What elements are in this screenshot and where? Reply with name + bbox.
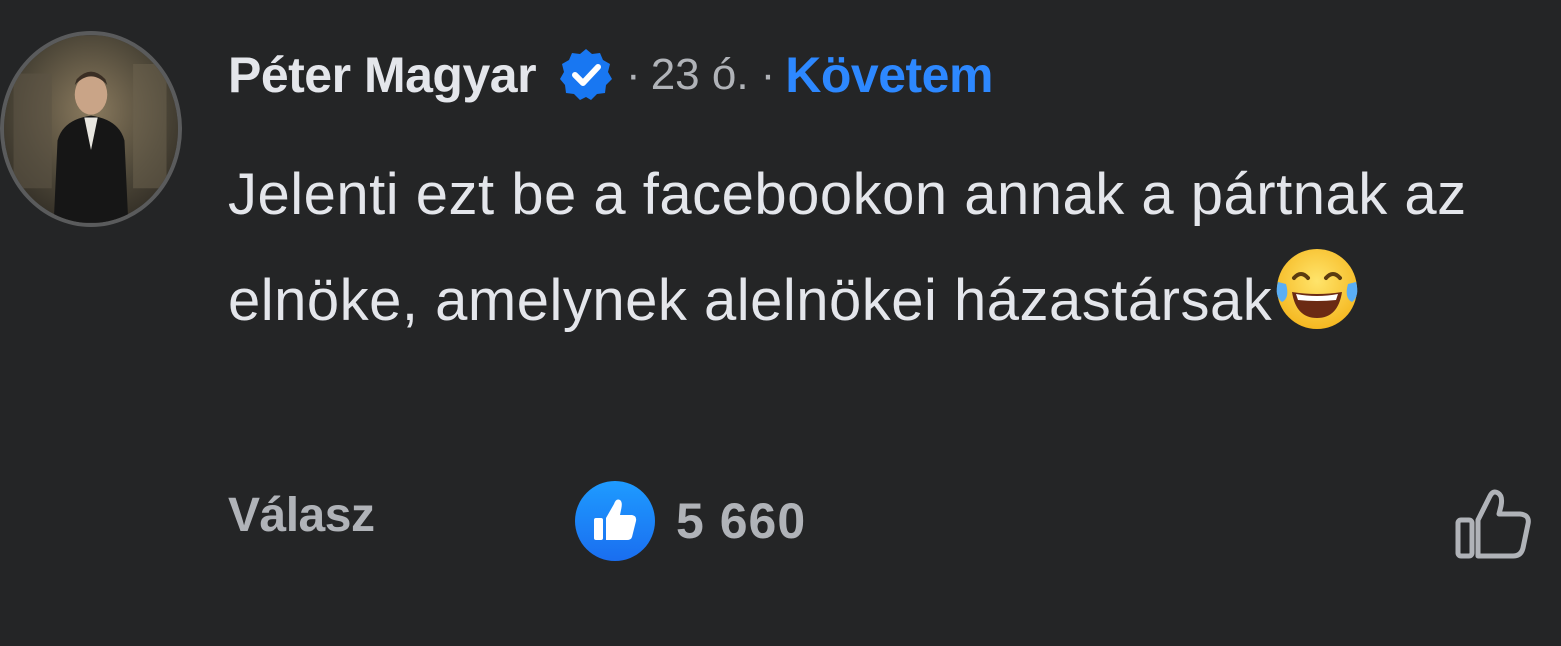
comment-body: Jelenti ezt be a facebookon annak a párt… [228,146,1548,350]
author-name[interactable]: Péter Magyar [228,46,537,104]
like-reaction-icon [574,480,656,562]
follow-button[interactable]: Követem [785,46,993,104]
face-with-tears-of-joy-emoji [1272,244,1362,334]
separator-dot: · [626,50,641,99]
comment-timestamp[interactable]: 23 ó. [651,50,749,100]
avatar[interactable] [0,31,182,227]
profile-photo [4,35,178,223]
reaction-summary[interactable]: 5 660 [574,480,806,562]
reaction-count: 5 660 [676,493,807,549]
thumbs-up-outline-icon[interactable] [1452,482,1536,566]
comment-header: Péter Magyar · 23 ó. · Követem [228,40,993,110]
separator-dot: · [760,50,776,99]
verified-badge-icon [558,47,614,103]
reply-button[interactable]: Válasz [228,488,375,543]
